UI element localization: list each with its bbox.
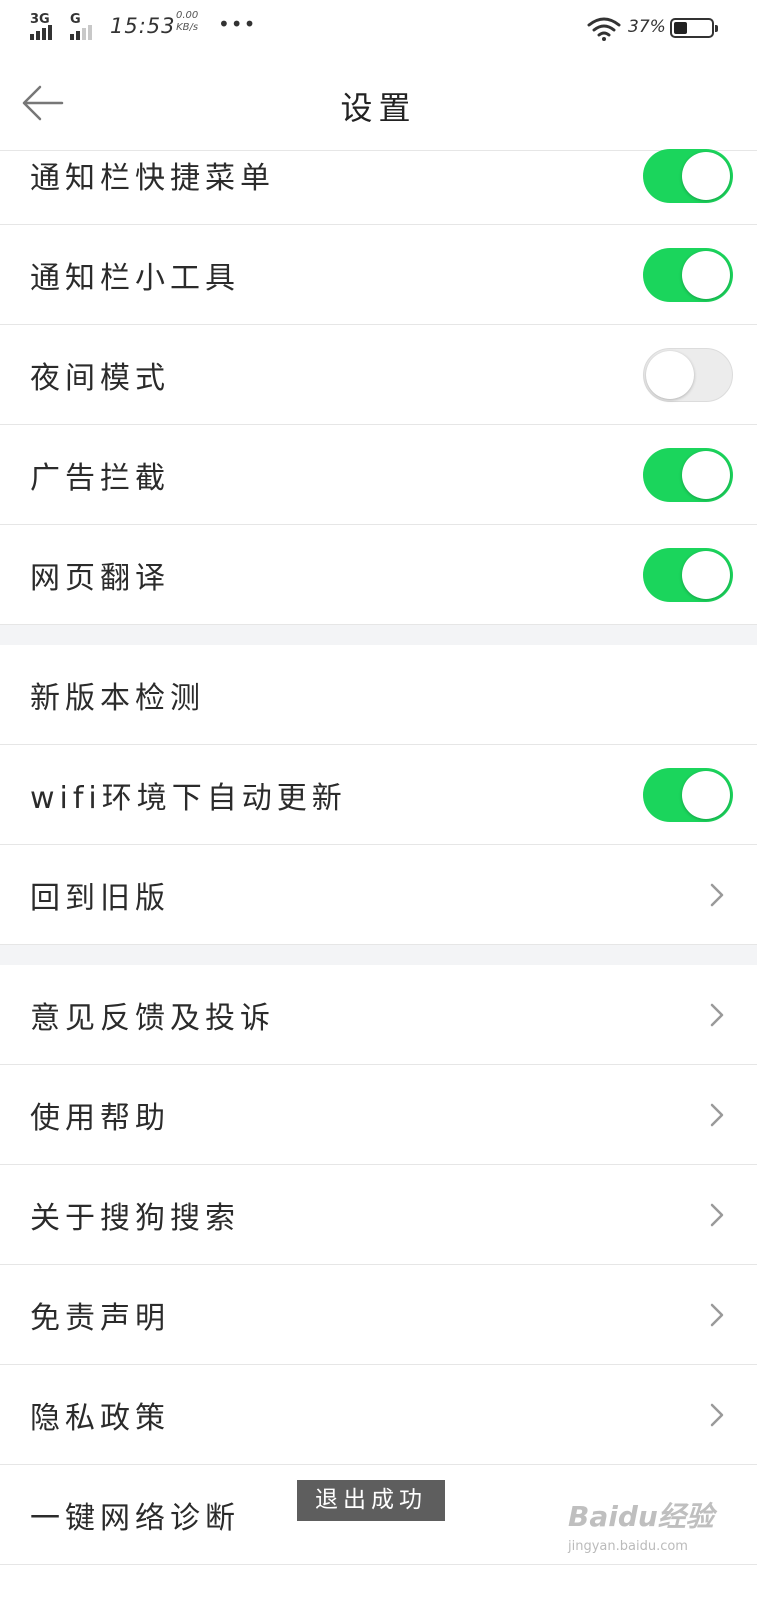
battery-percent: 37% [628, 17, 666, 37]
chevron-right-icon [710, 883, 724, 907]
settings-row-label: 免责声明 [30, 1301, 170, 1336]
toggle-switch[interactable] [643, 149, 733, 203]
settings-row[interactable]: 回到旧版 [0, 845, 757, 945]
toggle-switch[interactable] [643, 448, 733, 502]
settings-row-label: 网页翻译 [30, 561, 170, 596]
settings-row-label: 回到旧版 [30, 881, 170, 916]
chevron-right-icon [710, 1303, 724, 1327]
toast-message: 退出成功 [297, 1480, 445, 1521]
more-notifications-icon: ••• [218, 12, 257, 36]
settings-row[interactable]: 网页翻译 [0, 525, 757, 625]
settings-row[interactable]: 通知栏快捷菜单 [0, 149, 757, 225]
network-speed-unit: KB/s [176, 22, 199, 33]
settings-row-label: 隐私政策 [30, 1401, 170, 1436]
settings-row[interactable]: 关于搜狗搜索 [0, 1165, 757, 1265]
signal-icon-1: 3G [30, 12, 64, 40]
settings-row[interactable]: 广告拦截 [0, 425, 757, 525]
network-speed-value: 0.00 [176, 10, 199, 21]
toggle-knob [682, 451, 730, 499]
settings-list: 通知栏快捷菜单 通知栏小工具 夜间模式广告拦截网页翻译新版本检测 wifi环境下自动更… [0, 149, 757, 1565]
page-title: 设置 [340, 89, 417, 127]
settings-row-label: 夜间模式 [30, 361, 170, 396]
clock: 15:53 [110, 14, 176, 38]
battery-icon [670, 18, 718, 38]
settings-row[interactable]: 新版本检测 [0, 645, 757, 745]
section-divider [0, 625, 757, 645]
toggle-knob [646, 351, 694, 399]
watermark: Baidu经验 jingyan.baidu.com [568, 1495, 748, 1575]
toggle-knob [682, 551, 730, 599]
watermark-url: jingyan.baidu.com [568, 1539, 688, 1554]
settings-row[interactable]: wifi环境下自动更新 [0, 745, 757, 845]
header: 设置 [0, 55, 757, 151]
toggle-switch[interactable] [643, 768, 733, 822]
settings-row-label: 广告拦截 [30, 461, 170, 496]
settings-row-label: wifi环境下自动更新 [30, 781, 347, 816]
settings-row[interactable]: 使用帮助 [0, 1065, 757, 1165]
toggle-switch[interactable] [643, 548, 733, 602]
battery-level [674, 22, 687, 34]
toggle-knob [682, 152, 730, 200]
toggle-knob [682, 251, 730, 299]
chevron-right-icon [710, 1103, 724, 1127]
settings-row-label: 关于搜狗搜索 [30, 1201, 240, 1236]
settings-row[interactable]: 通知栏小工具 [0, 225, 757, 325]
toggle-knob [682, 771, 730, 819]
settings-row-label: 一键网络诊断 [30, 1501, 240, 1536]
wifi-icon [587, 17, 621, 41]
toggle-switch[interactable] [643, 348, 733, 402]
watermark-logo: Baidu经验 [568, 1500, 714, 1533]
signal-icon-2: G [70, 12, 104, 40]
settings-row-label: 通知栏快捷菜单 [30, 161, 275, 196]
settings-row-label: 新版本检测 [30, 681, 205, 716]
settings-row[interactable]: 免责声明 [0, 1265, 757, 1365]
settings-row-label: 意见反馈及投诉 [30, 1001, 275, 1036]
chevron-right-icon [710, 1003, 724, 1027]
network-speed: 0.00 KB/s [176, 10, 198, 34]
settings-row[interactable]: 夜间模式 [0, 325, 757, 425]
settings-row-label: 使用帮助 [30, 1101, 170, 1136]
settings-row[interactable]: 隐私政策 [0, 1365, 757, 1465]
signal-indicators: 3G G [30, 12, 104, 40]
toggle-switch[interactable] [643, 248, 733, 302]
chevron-right-icon [710, 1403, 724, 1427]
settings-row[interactable]: 意见反馈及投诉 [0, 965, 757, 1065]
section-divider [0, 945, 757, 965]
chevron-right-icon [710, 1203, 724, 1227]
settings-row-label: 通知栏小工具 [30, 261, 240, 296]
status-bar: 3G G 15:53 0.00 KB/s ••• 37% [0, 0, 757, 55]
